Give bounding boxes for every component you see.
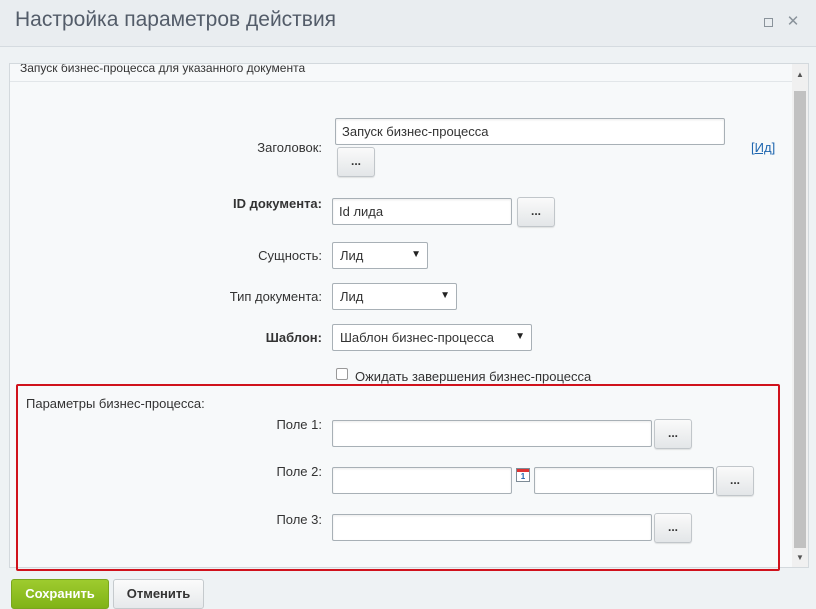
wait-checkbox[interactable] <box>336 368 348 380</box>
field3-label: Поле 3: <box>276 512 322 527</box>
entity-label: Сущность: <box>258 248 322 263</box>
bracket-close: ] <box>771 140 776 155</box>
field1-label: Поле 1: <box>276 417 322 432</box>
maximize-icon[interactable] <box>760 14 776 30</box>
scrollbar-thumb[interactable] <box>794 91 806 548</box>
title-field-label: Заголовок: <box>257 140 322 155</box>
chevron-down-icon: ▼ <box>440 290 450 301</box>
doc-type-select-value: Лид <box>340 289 364 304</box>
panel-caption: Запуск бизнес-процесса для указанного до… <box>20 63 306 75</box>
dialog-titlebar: Настройка параметров действия ✕ <box>0 0 816 47</box>
template-label: Шаблон: <box>265 330 322 345</box>
params-heading: Параметры бизнес-процесса: <box>26 396 205 411</box>
chevron-down-icon: ▼ <box>515 331 525 342</box>
entity-select[interactable]: Лид ▼ <box>332 242 428 269</box>
close-icon[interactable]: ✕ <box>785 14 801 30</box>
id-link-wrapper: [Ид] <box>751 140 775 155</box>
chevron-down-icon: ▼ <box>411 249 421 260</box>
calendar-icon-day: 1 <box>520 472 526 481</box>
id-link[interactable]: Ид <box>755 140 772 155</box>
field2-label: Поле 2: <box>276 464 322 479</box>
cancel-button[interactable]: Отменить <box>113 579 204 609</box>
dialog-title: Настройка параметров действия <box>15 8 337 31</box>
template-select[interactable]: Шаблон бизнес-процесса ▼ <box>332 324 532 351</box>
doc-id-label: ID документа: <box>233 196 322 211</box>
title-insert-button[interactable]: ... <box>337 147 375 177</box>
doc-type-label: Тип документа: <box>229 289 322 304</box>
template-select-value: Шаблон бизнес-процесса <box>340 330 494 345</box>
title-field-input[interactable]: Запуск бизнес-процесса <box>335 118 725 145</box>
field3-input[interactable] <box>332 514 652 541</box>
vertical-scrollbar[interactable]: ▲ ▼ <box>792 64 808 567</box>
entity-select-value: Лид <box>340 248 364 263</box>
scroll-up-icon[interactable]: ▲ <box>792 68 808 82</box>
scroll-down-icon[interactable]: ▼ <box>792 551 808 565</box>
field1-input[interactable] <box>332 420 652 447</box>
wait-checkbox-label[interactable]: Ожидать завершения бизнес-процесса <box>355 369 591 384</box>
field3-insert-button[interactable]: ... <box>654 513 692 543</box>
doc-id-input[interactable]: Id лида <box>332 198 512 225</box>
doc-id-insert-button[interactable]: ... <box>517 197 555 227</box>
field2-date-input[interactable] <box>332 467 512 494</box>
doc-type-select[interactable]: Лид ▼ <box>332 283 457 310</box>
field1-insert-button[interactable]: ... <box>654 419 692 449</box>
divider <box>10 81 794 82</box>
field2-extra-input[interactable] <box>534 467 714 494</box>
field2-insert-button[interactable]: ... <box>716 466 754 496</box>
save-button[interactable]: Сохранить <box>11 579 109 609</box>
calendar-icon[interactable]: 1 <box>516 468 530 482</box>
